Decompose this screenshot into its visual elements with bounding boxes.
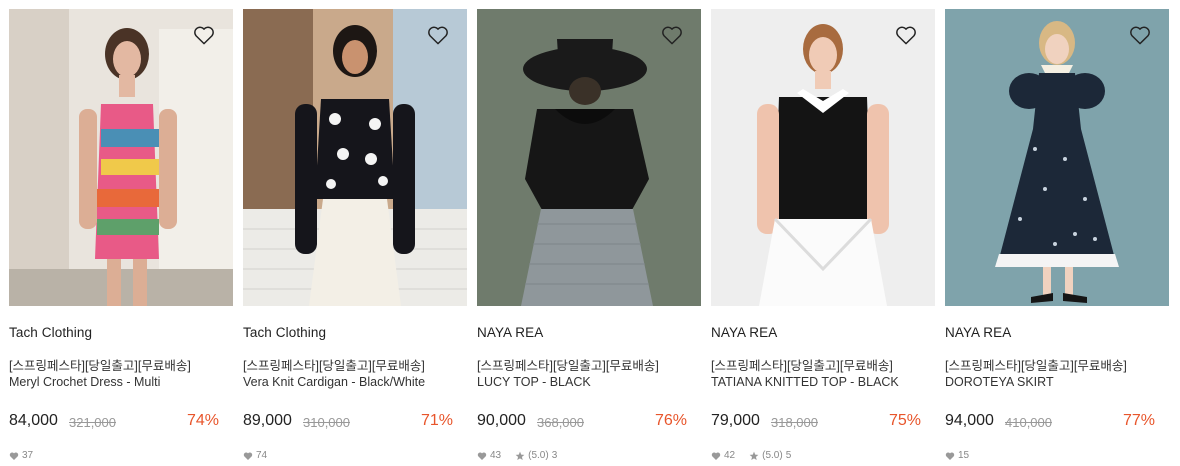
wishlist-heart-icon[interactable]: [1129, 25, 1151, 45]
product-name[interactable]: DOROTEYA SKIRT: [945, 375, 1054, 389]
product-image[interactable]: [477, 9, 701, 306]
product-card[interactable]: NAYA REA [스프링페스타][당일출고][무료배송] TATIANA KN…: [711, 9, 935, 466]
product-photo-doroteya-skirt: [945, 9, 1169, 306]
sale-price: 90,000: [477, 412, 526, 429]
product-brand[interactable]: Tach Clothing: [9, 325, 92, 340]
like-count: 74: [256, 450, 268, 461]
product-image[interactable]: [243, 9, 467, 306]
product-name[interactable]: LUCY TOP - BLACK: [477, 375, 591, 389]
product-image[interactable]: [711, 9, 935, 306]
product-tags: [스프링페스타][당일출고][무료배송]: [9, 359, 191, 373]
price-row: 90,000 368,000 76%: [477, 412, 687, 434]
product-tags: [스프링페스타][당일출고][무료배송]: [945, 359, 1127, 373]
price-row: 79,000 318,000 75%: [711, 412, 921, 434]
product-name[interactable]: Vera Knit Cardigan - Black/White: [243, 375, 425, 389]
product-name[interactable]: Meryl Crochet Dress - Multi: [9, 375, 160, 389]
like-count: 42: [724, 450, 736, 461]
discount-percent: 75%: [888, 412, 921, 429]
product-grid: Tach Clothing [스프링페스타][당일출고][무료배송] Meryl…: [0, 0, 1180, 466]
sale-price: 79,000: [711, 412, 760, 429]
like-count: 37: [22, 450, 34, 461]
rating-score: (5.0): [762, 450, 783, 461]
sale-price: 84,000: [9, 412, 58, 429]
like-count: 43: [490, 450, 502, 461]
product-tags: [스프링페스타][당일출고][무료배송]: [243, 359, 425, 373]
star-icon: [749, 451, 759, 461]
review-count: 3: [551, 450, 558, 461]
wishlist-heart-icon[interactable]: [427, 25, 449, 45]
sale-price: 89,000: [243, 412, 292, 429]
product-meta: 37: [9, 450, 33, 461]
heart-filled-icon: [477, 451, 487, 461]
price-row: 89,000 310,000 71%: [243, 412, 453, 434]
product-photo-lucy-top: [477, 9, 701, 306]
product-card[interactable]: NAYA REA [스프링페스타][당일출고][무료배송] LUCY TOP -…: [477, 9, 701, 466]
product-brand[interactable]: NAYA REA: [711, 325, 777, 340]
product-meta: 42 (5.0) 5: [711, 450, 791, 461]
product-card[interactable]: Tach Clothing [스프링페스타][당일출고][무료배송] Meryl…: [9, 9, 233, 466]
product-meta: 43 (5.0) 3: [477, 450, 557, 461]
discount-percent: 71%: [420, 412, 453, 429]
review-count: 5: [785, 450, 792, 461]
product-brand[interactable]: NAYA REA: [477, 325, 543, 340]
original-price: 368,000: [537, 415, 584, 430]
product-card[interactable]: NAYA REA [스프링페스타][당일출고][무료배송] DOROTEYA S…: [945, 9, 1169, 466]
heart-filled-icon: [9, 451, 19, 461]
original-price: 321,000: [69, 415, 116, 430]
discount-percent: 76%: [654, 412, 687, 429]
like-count: 15: [958, 450, 970, 461]
product-tags: [스프링페스타][당일출고][무료배송]: [711, 359, 893, 373]
star-icon: [515, 451, 525, 461]
original-price: 310,000: [303, 415, 350, 430]
product-image[interactable]: [9, 9, 233, 306]
original-price: 318,000: [771, 415, 818, 430]
product-brand[interactable]: Tach Clothing: [243, 325, 326, 340]
discount-percent: 74%: [186, 412, 219, 429]
heart-filled-icon: [243, 451, 253, 461]
product-card[interactable]: Tach Clothing [스프링페스타][당일출고][무료배송] Vera …: [243, 9, 467, 466]
product-photo-crochet-dress: [9, 9, 233, 306]
original-price: 410,000: [1005, 415, 1052, 430]
discount-percent: 77%: [1122, 412, 1155, 429]
product-photo-tatiana-top: [711, 9, 935, 306]
product-photo-knit-cardigan: [243, 9, 467, 306]
heart-filled-icon: [711, 451, 721, 461]
product-meta: 15: [945, 450, 969, 461]
product-brand[interactable]: NAYA REA: [945, 325, 1011, 340]
price-row: 94,000 410,000 77%: [945, 412, 1155, 434]
wishlist-heart-icon[interactable]: [661, 25, 683, 45]
product-image[interactable]: [945, 9, 1169, 306]
wishlist-heart-icon[interactable]: [193, 25, 215, 45]
product-meta: 74: [243, 450, 267, 461]
rating-score: (5.0): [528, 450, 549, 461]
product-name[interactable]: TATIANA KNITTED TOP - BLACK: [711, 375, 899, 389]
heart-filled-icon: [945, 451, 955, 461]
sale-price: 94,000: [945, 412, 994, 429]
price-row: 84,000 321,000 74%: [9, 412, 219, 434]
wishlist-heart-icon[interactable]: [895, 25, 917, 45]
product-tags: [스프링페스타][당일출고][무료배송]: [477, 359, 659, 373]
